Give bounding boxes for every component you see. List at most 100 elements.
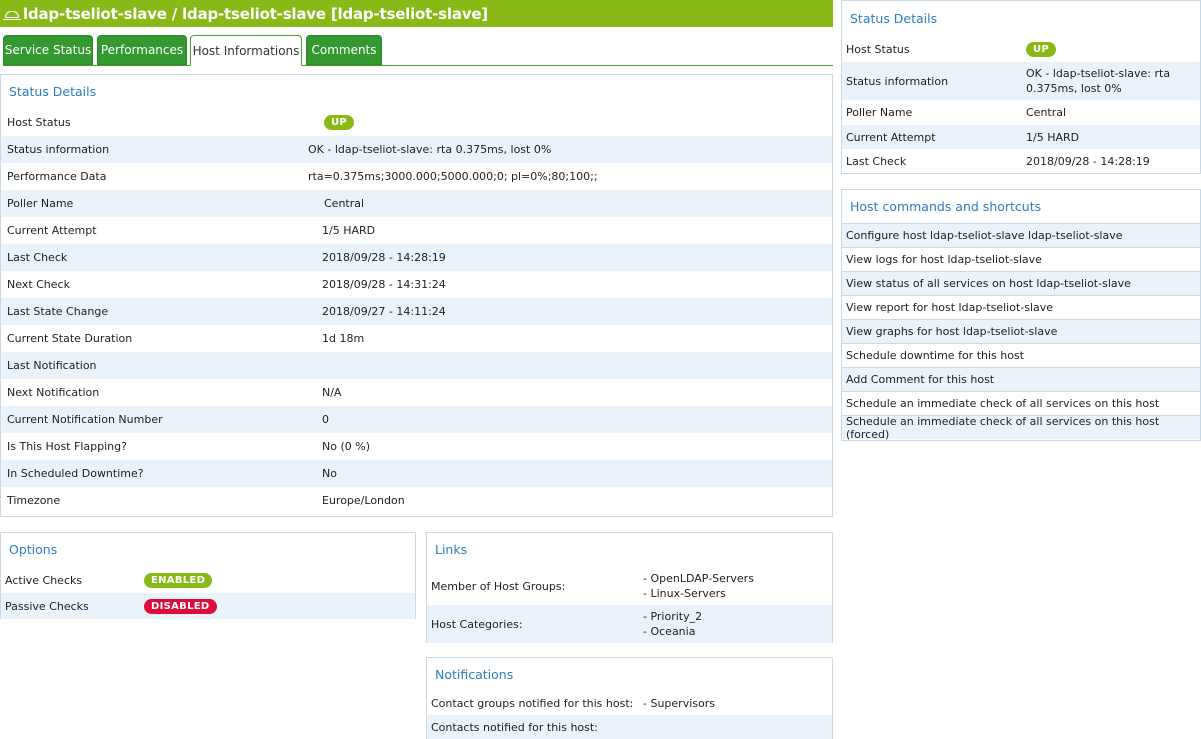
status-row: In Scheduled Downtime? No [1, 460, 832, 487]
status-row: Next Notification N/A [1, 379, 832, 406]
host-command-link[interactable]: View graphs for host ldap-tseliot-slave [842, 319, 1200, 343]
host-command-link[interactable]: Schedule downtime for this host [842, 343, 1200, 367]
status-details-title: Status Details [9, 84, 97, 99]
host-category-link[interactable]: - Oceania [643, 624, 702, 639]
status-label: In Scheduled Downtime? [7, 467, 144, 480]
side-label: Last Check [846, 154, 907, 168]
status-value: Central [324, 197, 365, 210]
enabled-badge: ENABLED [144, 572, 213, 588]
links-label: Host Categories: [431, 617, 523, 631]
side-status-panel: Status Details Host Status UP Status inf… [841, 0, 1201, 174]
side-value: 1/5 HARD [1026, 130, 1080, 144]
status-label: Status information [7, 143, 110, 156]
host-status-value: UP [324, 115, 355, 130]
notifications-title: Notifications [435, 667, 514, 682]
status-row: Last State Change 2018/09/27 - 14:11:24 [1, 298, 832, 325]
status-label: Host Status [7, 116, 71, 129]
host-command-link[interactable]: Schedule an immediate check of all servi… [842, 415, 1200, 441]
links-title: Links [435, 542, 468, 557]
status-value: 2018/09/28 - 14:31:24 [322, 278, 446, 291]
host-command-link[interactable]: Add Comment for this host [842, 367, 1200, 391]
page-title: ldap-tseliot-slave / ldap-tseliot-slave … [23, 4, 488, 23]
tab-service-status[interactable]: Service Status [3, 35, 93, 65]
up-badge: UP [324, 115, 355, 130]
status-value: rta=0.375ms;3000.000;5000.000;0; pl=0%;8… [308, 170, 598, 183]
notification-value: - Supervisors [643, 697, 715, 710]
status-value: 0 [322, 413, 329, 426]
host-group-link[interactable]: - OpenLDAP-Servers [643, 571, 754, 586]
status-row: Status information OK - ldap-tseliot-slav… [1, 136, 832, 163]
status-value: 1d 18m [322, 332, 365, 345]
tab-host-informations[interactable]: Host Informations [190, 35, 302, 66]
side-row-status-information: Status information OK - ldap-tseliot-sla… [842, 62, 1200, 100]
host-icon [3, 11, 21, 20]
option-row-passive-checks: Passive Checks DISABLED [1, 593, 415, 619]
host-category-link[interactable]: - Priority_2 [643, 609, 702, 624]
links-label: Member of Host Groups: [431, 579, 566, 593]
side-row-current-attempt: Current Attempt 1/5 HARD [842, 125, 1200, 149]
links-row-host-groups: Member of Host Groups: - OpenLDAP-Server… [427, 567, 832, 605]
status-label: Last Check [7, 251, 68, 264]
host-command-link[interactable]: View logs for host ldap-tseliot-slave [842, 247, 1200, 271]
status-label: Current State Duration [7, 332, 133, 345]
side-value: 2018/09/28 - 14:28:19 [1026, 154, 1150, 168]
status-details-panel: Status Details Host Status UP Status infor… [0, 74, 833, 517]
status-row: Next Check 2018/09/28 - 14:31:24 [1, 271, 832, 298]
host-command-link[interactable]: View status of all services on host ldap… [842, 271, 1200, 295]
status-label: Timezone [7, 494, 61, 507]
status-value: N/A [322, 386, 342, 399]
option-label: Passive Checks [5, 599, 89, 613]
host-commands-panel: Host commands and shortcuts Configure ho… [841, 189, 1201, 441]
host-command-link[interactable]: Configure host ldap-tseliot-slave ldap-t… [842, 223, 1200, 247]
status-value: Europe/London [322, 494, 405, 507]
side-label: Status information [846, 74, 949, 88]
option-label: Active Checks [5, 573, 83, 587]
disabled-badge: DISABLED [144, 598, 217, 614]
host-command-link[interactable]: Schedule an immediate check of all servi… [842, 391, 1200, 415]
notification-label: Contact groups notified for this host: [431, 697, 634, 710]
tab-performances[interactable]: Performances [97, 35, 187, 65]
side-row-poller-name: Poller Name Central [842, 100, 1200, 125]
status-label: Current Attempt [7, 224, 97, 237]
notification-row-contact-groups: Contact groups notified for this host: -… [427, 692, 832, 715]
status-value: OK - ldap-tseliot-slave: rta 0.375ms, lo… [308, 143, 552, 156]
host-command-link[interactable]: View report for host ldap-tseliot-slave [842, 295, 1200, 319]
side-label: Poller Name [846, 106, 913, 119]
status-label: Last State Change [7, 305, 109, 318]
side-value: 0.375ms, lost 0% [1026, 82, 1122, 95]
side-label: Host Status [846, 42, 910, 56]
side-status-title: Status Details [850, 10, 938, 26]
status-row: Timezone Europe/London [1, 487, 832, 514]
host-group-link[interactable]: - Linux-Servers [643, 586, 754, 601]
status-row: Current State Duration 1d 18m [1, 325, 832, 352]
side-value: OK - ldap-tseliot-slave: rta [1026, 67, 1171, 80]
status-value: No [322, 467, 337, 480]
options-title: Options [9, 542, 58, 557]
status-value: No (0 %) [322, 440, 370, 453]
links-panel: Links Member of Host Groups: - OpenLDAP-… [426, 532, 833, 643]
status-label: Current Notification Number [7, 413, 163, 426]
status-row: Current Attempt 1/5 HARD [1, 217, 832, 244]
status-label: Performance Data [7, 170, 107, 183]
tab-bar: Service Status Performances Host Informa… [3, 35, 833, 66]
host-commands-title: Host commands and shortcuts [850, 199, 1042, 214]
status-label: Last Notification [7, 359, 97, 372]
notification-row-contacts: Contacts notified for this host: [427, 715, 832, 739]
status-label: Next Check [7, 278, 70, 291]
status-value: 1/5 HARD [322, 224, 376, 237]
status-label: Is This Host Flapping? [7, 440, 127, 453]
option-row-active-checks: Active Checks ENABLED [1, 567, 415, 593]
side-row-host-status: Host Status UP [842, 36, 1200, 62]
status-row: Is This Host Flapping? No (0 %) [1, 433, 832, 460]
notifications-panel: Notifications Contact groups notified fo… [426, 657, 833, 739]
status-row: Performance Data rta=0.375ms;3000.000;500… [1, 163, 832, 190]
status-row: Last Check 2018/09/28 - 14:28:19 [1, 244, 832, 271]
status-value: 2018/09/28 - 14:28:19 [322, 251, 446, 264]
tab-comments[interactable]: Comments [306, 35, 382, 65]
side-row-last-check: Last Check 2018/09/28 - 14:28:19 [842, 149, 1200, 173]
options-panel: Options Active Checks ENABLED Passive Ch… [0, 532, 416, 619]
links-row-host-categories: Host Categories: - Priority_2 - Oceania [427, 605, 832, 643]
side-value: Central [1026, 106, 1067, 119]
status-row: Current Notification Number 0 [1, 406, 832, 433]
notification-label: Contacts notified for this host: [431, 720, 598, 734]
